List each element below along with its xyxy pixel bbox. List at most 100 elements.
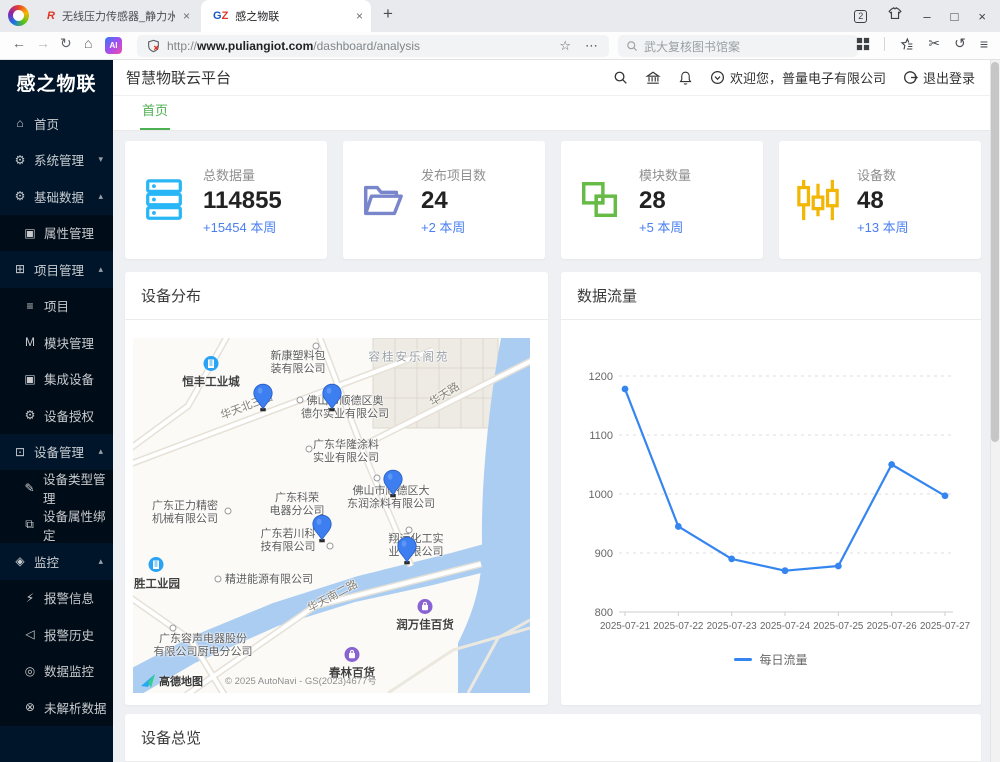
tab-home[interactable]: 首页 <box>140 100 170 130</box>
logout-button[interactable]: 退出登录 <box>903 68 975 87</box>
device-overview-title: 设备总览 <box>125 714 981 762</box>
map-poi-dot <box>297 397 304 404</box>
map-poi-dot <box>313 343 320 350</box>
pen-icon: ✎ <box>23 481 36 495</box>
scrollbar-thumb[interactable] <box>991 62 999 442</box>
platform-title: 智慧物联云平台 <box>126 67 613 88</box>
apps-grid-icon[interactable] <box>856 37 870 51</box>
sidebar-item-报警信息[interactable]: ⚡ 报警信息 <box>0 580 113 617</box>
map-poi-label: 容桂安乐阁苑 <box>369 352 450 365</box>
sidebar-item-集成设备[interactable]: ▣集成设备 <box>0 361 113 398</box>
address-bar[interactable]: http://www.puliangiot.com/dashboard/anal… <box>137 35 609 57</box>
bank-icon[interactable] <box>645 70 661 86</box>
sidebar-item-基础数据[interactable]: ⚙基础数据▴ <box>0 178 113 215</box>
data-traffic-title: 数据流量 <box>561 272 981 320</box>
shop-icon <box>417 599 433 620</box>
device-marker-icon[interactable] <box>396 536 418 571</box>
browser-tab[interactable]: R无线压力传感器_静力水准仪_× <box>35 0 198 32</box>
sidebar-item-数据监控[interactable]: ◎数据监控 <box>0 653 113 690</box>
data-traffic-panel: 数据流量 8009001000110012002025-07-212025-07… <box>561 272 981 705</box>
sidebar-item-项目管理[interactable]: ⊞项目管理▴ <box>0 251 113 288</box>
tab-favicon: R <box>47 10 55 22</box>
sidebar-item-label: 项目 <box>44 296 69 315</box>
close-window-button[interactable]: × <box>978 9 986 24</box>
map-poi-label: 广东容声电器股份有限公司厨电分公司 <box>154 633 253 659</box>
map-poi-label: 润万佳百货 <box>396 620 454 633</box>
tab-close-icon[interactable]: × <box>183 9 190 23</box>
sidebar-item-模块管理[interactable]: M模块管理 <box>0 324 113 361</box>
sidebar-item-设备授权[interactable]: ⚙设备授权 <box>0 397 113 434</box>
minimize-button[interactable]: – <box>923 9 930 24</box>
modules-icon <box>561 178 639 222</box>
collect-star-icon[interactable] <box>899 37 914 51</box>
browser-tab[interactable]: GZ感之物联× <box>201 0 371 32</box>
app-logo[interactable]: 感之物联 <box>0 60 113 105</box>
forward-button[interactable]: → <box>36 35 50 51</box>
map-poi-dot <box>225 508 232 515</box>
back-button[interactable]: ← <box>12 35 26 51</box>
search-icon <box>626 40 638 52</box>
stat-delta: +15454 本周 <box>203 217 282 236</box>
sidebar-item-设备类型管理[interactable]: ✎ 设备类型管理 <box>0 470 113 507</box>
sidebar-item-label: 数据监控 <box>44 661 94 680</box>
shield-icon[interactable] <box>147 39 160 53</box>
sidebar-item-报警历史[interactable]: ◁报警历史 <box>0 616 113 653</box>
sidebar-item-未解析数据[interactable]: ⊗未解析数据 <box>0 689 113 726</box>
stat-card-总数据量: 总数据量 114855 +15454 本周 <box>125 141 327 259</box>
welcome-user[interactable]: 欢迎您，普量电子有限公司 <box>710 68 886 87</box>
map-poi-label: 广东华隆涂料实业有限公司 <box>313 439 379 465</box>
header-search-icon[interactable] <box>613 70 628 85</box>
sidebar-item-设备属性绑定[interactable]: ⧉设备属性绑定 <box>0 507 113 544</box>
search-placeholder: 武大复核图书馆案 <box>644 38 740 55</box>
chart-legend[interactable]: 每日流量 <box>561 651 981 668</box>
screenshot-scissors-icon[interactable]: ✂ <box>928 35 940 52</box>
url-more-icon[interactable]: ⋯ <box>585 38 599 54</box>
sidebar-item-label: 报警信息 <box>44 588 94 607</box>
sidebar-item-label: 设备属性绑定 <box>43 506 113 544</box>
device-map[interactable]: 新康塑料包装有限公司容桂安乐阁苑恒丰工业城华天北三路华天路佛山市顺德区奥德尔实业… <box>133 338 530 693</box>
speaker-icon: ◁ <box>23 627 37 641</box>
undo-icon[interactable]: ↺ <box>954 35 966 52</box>
stat-delta: +2 本周 <box>421 217 486 236</box>
map-poi-label: 新康塑料包装有限公司 <box>271 350 326 376</box>
sidebar-item-项目[interactable]: ≡项目 <box>0 288 113 325</box>
sidebar-item-label: 基础数据 <box>34 187 84 206</box>
ai-assistant-icon[interactable]: AI <box>105 37 122 54</box>
device-marker-icon[interactable] <box>252 383 274 418</box>
maximize-button[interactable]: □ <box>951 9 959 24</box>
stat-label: 设备数 <box>857 165 909 184</box>
sidebar-item-label: 集成设备 <box>44 369 94 388</box>
device-marker-icon[interactable] <box>382 469 404 504</box>
url-path: /dashboard/analysis <box>313 39 420 53</box>
stat-label: 总数据量 <box>203 165 282 184</box>
refresh-button[interactable]: ↻ <box>60 35 72 52</box>
bookmark-star-icon[interactable]: ☆ <box>559 38 571 54</box>
svg-text:900: 900 <box>595 548 613 560</box>
page-scrollbar[interactable] <box>990 60 1000 762</box>
device-distribution-panel: 设备分布 <box>125 272 548 705</box>
browser-menu-icon[interactable]: ≡ <box>980 36 988 52</box>
sidebar-item-监控[interactable]: ◈监控▴ <box>0 543 113 580</box>
new-tab-button[interactable]: + <box>383 4 393 24</box>
device-marker-icon[interactable] <box>311 514 333 549</box>
traffic-chart[interactable]: 8009001000110012002025-07-212025-07-2220… <box>561 320 981 649</box>
bolt-icon: ⚡ <box>23 591 37 605</box>
browser-search-box[interactable]: 武大复核图书馆案 <box>618 35 858 57</box>
browser-logo-icon[interactable] <box>8 5 29 26</box>
sidebar-item-label: 设备类型管理 <box>43 469 113 507</box>
sidebar-item-设备管理[interactable]: ⊡设备管理▴ <box>0 434 113 471</box>
device-distribution-title: 设备分布 <box>125 272 548 320</box>
map-attribution: © 2025 AutoNavi - GS(2023)4677号 <box>225 673 377 687</box>
notification-bell-icon[interactable] <box>678 70 693 86</box>
tab-count-badge[interactable]: 2 <box>854 10 867 23</box>
sidebar-item-首页[interactable]: ⌂首页 <box>0 105 113 142</box>
stat-value: 114855 <box>203 187 282 215</box>
device-marker-icon[interactable] <box>321 383 343 418</box>
theme-shirt-icon[interactable] <box>887 6 903 27</box>
tab-close-icon[interactable]: × <box>356 9 363 23</box>
sidebar-item-属性管理[interactable]: ▣属性管理 <box>0 215 113 252</box>
stat-value: 24 <box>421 187 486 215</box>
home-button[interactable]: ⌂ <box>84 35 92 51</box>
sidebar-item-系统管理[interactable]: ⚙系统管理▾ <box>0 142 113 179</box>
sidebar-item-label: 首页 <box>34 114 59 133</box>
